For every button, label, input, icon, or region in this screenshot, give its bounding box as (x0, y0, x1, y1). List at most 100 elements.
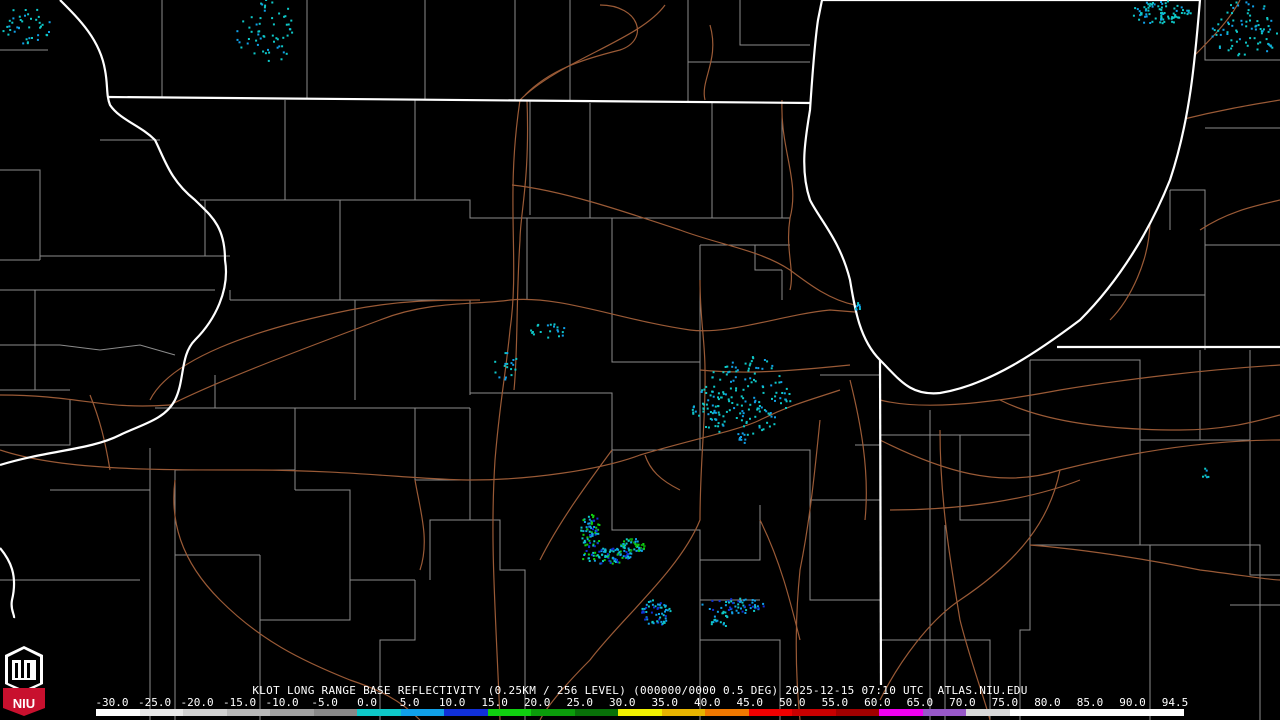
radar-echo-pixel (1263, 5, 1266, 8)
radar-echo-pixel (1164, 2, 1167, 5)
radar-echo-pixel (1136, 8, 1139, 11)
radar-echo-pixel (1231, 12, 1233, 15)
radar-echo-pixel (1235, 40, 1238, 43)
radar-echo-pixel (737, 603, 740, 606)
colorbar-tick-label: 0.0 (357, 696, 378, 709)
radar-echo-pixel (754, 415, 757, 418)
radar-echo-pixel (720, 396, 723, 399)
radar-echo-pixel (512, 359, 515, 361)
radar-echo-pixel (714, 618, 717, 621)
radar-echo-pixel (774, 381, 777, 384)
radar-echo-pixel (768, 425, 771, 428)
radar-echo-pixel (26, 42, 29, 45)
radar-echo-pixel (746, 433, 749, 436)
radar-echo-pixel (766, 421, 769, 424)
radar-echo-pixel (754, 605, 757, 608)
colorbar-segment (444, 709, 488, 716)
radar-echo-pixel (627, 547, 630, 550)
radar-echo-pixel (640, 549, 643, 552)
radar-echo-pixel (731, 602, 734, 605)
radar-echo-pixel (250, 30, 253, 33)
radar-echo-pixel (262, 35, 265, 38)
radar-echo-pixel (741, 415, 744, 418)
radar-echo-pixel (1250, 27, 1253, 30)
radar-echo-pixel (1218, 45, 1221, 48)
radar-echo-pixel (255, 39, 258, 42)
radar-echo-pixel (1148, 13, 1151, 16)
radar-echo-pixel (743, 433, 746, 436)
radar-echo-pixel (1255, 24, 1258, 27)
radar-echo-pixel (1132, 14, 1135, 17)
radar-echo-pixel (596, 554, 599, 557)
radar-echo-pixel (593, 540, 596, 543)
radar-echo-pixel (536, 324, 539, 327)
radar-echo-pixel (510, 374, 513, 377)
radar-echo-pixel (278, 12, 281, 15)
colorbar-tick-label: 65.0 (906, 696, 934, 709)
radar-echo-pixel (610, 548, 613, 551)
radar-echo-pixel (785, 400, 788, 403)
radar-echo-pixel (1222, 28, 1225, 31)
radar-echo-pixel (264, 4, 267, 7)
colorbar-tick-label: 50.0 (779, 696, 806, 709)
radar-echo-pixel (1213, 29, 1216, 32)
radar-echo-pixel (553, 325, 555, 328)
radar-echo-pixel (1207, 475, 1210, 478)
radar-echo-pixel (743, 425, 745, 428)
radar-echo-pixel (1205, 469, 1208, 472)
radar-echo-pixel (556, 329, 559, 332)
colorbar-tick-label: 10.0 (438, 696, 466, 709)
radar-echo-pixel (12, 9, 15, 12)
colorbar-segment (1009, 709, 1054, 716)
radar-echo-pixel (589, 534, 591, 536)
radar-echo-pixel (596, 542, 599, 545)
colorbar-tick-label: -5.0 (311, 696, 338, 709)
radar-echo-pixel (625, 538, 628, 541)
radar-echo-pixel (1204, 467, 1207, 470)
radar-echo-pixel (718, 413, 721, 416)
radar-echo-pixel (717, 392, 720, 395)
radar-echo-pixel (582, 519, 585, 522)
radar-echo-pixel (11, 21, 14, 24)
radar-echo-pixel (1226, 31, 1229, 34)
radar-echo-pixel (737, 611, 740, 614)
radar-echo-pixel (12, 17, 15, 20)
radar-echo-pixel (645, 603, 648, 606)
radar-echo-pixel (1151, 20, 1154, 23)
radar-echo-pixel (725, 410, 728, 413)
radar-echo-pixel (264, 52, 267, 55)
radar-echo-pixel (758, 410, 761, 413)
radar-echo-pixel (1265, 38, 1268, 41)
radar-echo-pixel (259, 37, 262, 40)
radar-echo-pixel (595, 529, 598, 532)
radar-echo-pixel (761, 429, 764, 432)
radar-echo-pixel (561, 331, 564, 334)
radar-echo-pixel (1176, 4, 1179, 7)
colorbar-tick-label: 20.0 (523, 696, 551, 709)
radar-echo-pixel (1189, 12, 1192, 15)
radar-echo-pixel (258, 22, 261, 25)
radar-echo-pixel (1271, 46, 1274, 49)
radar-echo-pixel (740, 438, 743, 441)
radar-echo-pixel (598, 540, 601, 542)
radar-echo-pixel (643, 545, 646, 548)
radar-echo-pixel (694, 410, 697, 413)
radar-echo-pixel (770, 384, 773, 387)
colorbar-tick-label: 45.0 (736, 696, 764, 709)
radar-echo-pixel (256, 43, 259, 46)
radar-echo-pixel (1262, 28, 1265, 31)
radar-echo-pixel (1247, 9, 1250, 12)
radar-echo-pixel (1147, 3, 1150, 6)
radar-echo-pixel (1180, 6, 1183, 9)
radar-echo-pixel (615, 559, 618, 561)
radar-echo-pixel (753, 396, 756, 399)
radar-echo-pixel (1231, 44, 1234, 47)
radar-echo-pixel (588, 522, 591, 525)
radar-echo-pixel (1160, 6, 1163, 9)
radar-echo-pixel (692, 412, 695, 415)
radar-echo-pixel (271, 17, 274, 20)
radar-echo-pixel (740, 419, 743, 422)
colorbar-segment (313, 709, 358, 716)
radar-echo-pixel (1159, 21, 1162, 24)
radar-echo-pixel (634, 540, 637, 543)
